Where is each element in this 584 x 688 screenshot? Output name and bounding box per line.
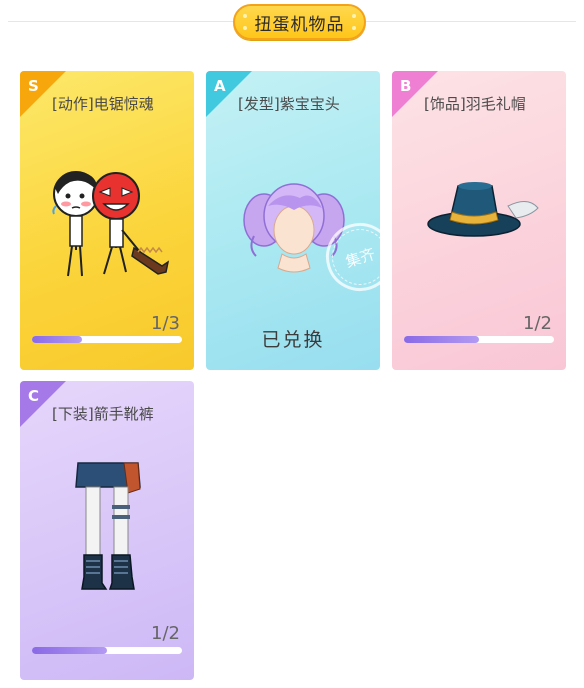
chainsaw-comic-icon bbox=[52, 171, 170, 277]
progress-bar bbox=[32, 647, 182, 654]
item-card-purple-hair[interactable]: A [发型]紫宝宝头 集齐 已兑换 bbox=[206, 71, 380, 370]
pill-dot bbox=[243, 26, 247, 30]
rank-letter: A bbox=[214, 77, 226, 95]
pill-dot bbox=[352, 14, 356, 18]
item-card-chainsaw[interactable]: S [动作]电锯惊魂 1/3 bbox=[20, 71, 194, 370]
item-title: [发型]紫宝宝头 bbox=[238, 95, 340, 113]
collect-count: 1/3 bbox=[151, 313, 180, 334]
feather-top-hat-icon bbox=[427, 182, 539, 237]
page-title: 扭蛋机物品 bbox=[254, 14, 345, 35]
progress-fill bbox=[32, 336, 82, 343]
pill-dot bbox=[243, 14, 247, 18]
rank-letter: S bbox=[28, 77, 39, 95]
item-card-feather-hat[interactable]: B [饰品]羽毛礼帽 1/2 bbox=[392, 71, 566, 370]
item-title: [下装]箭手靴裤 bbox=[52, 405, 154, 423]
item-title: [饰品]羽毛礼帽 bbox=[424, 95, 526, 113]
rank-letter: C bbox=[28, 387, 40, 405]
progress-bar bbox=[32, 336, 182, 343]
archer-boots-pants-icon bbox=[75, 462, 141, 590]
collect-count: 1/2 bbox=[523, 313, 552, 334]
rank-letter: B bbox=[400, 77, 412, 95]
progress-bar bbox=[404, 336, 554, 343]
progress-fill bbox=[404, 336, 479, 343]
redeemed-status: 已兑换 bbox=[261, 329, 325, 351]
item-card-archer-pants[interactable]: C [下装]箭手靴裤 1/2 bbox=[20, 381, 194, 680]
collect-count: 1/2 bbox=[151, 623, 180, 644]
progress-fill bbox=[32, 647, 107, 654]
pill-dot bbox=[352, 26, 356, 30]
header-pill: 扭蛋机物品 bbox=[233, 4, 366, 40]
item-title: [动作]电锯惊魂 bbox=[52, 95, 154, 113]
